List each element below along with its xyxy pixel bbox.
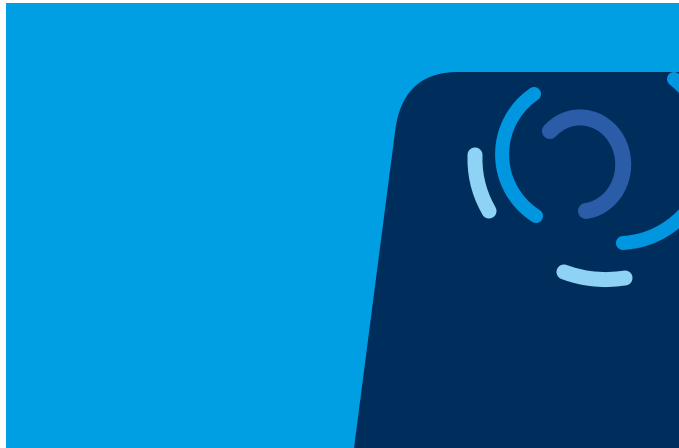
- graphic-canvas: [0, 0, 679, 448]
- arc-bottom-light: [556, 264, 633, 288]
- abstract-brand-graphic: [6, 3, 679, 448]
- navy-panel: [354, 72, 679, 448]
- blue-field: [6, 3, 679, 448]
